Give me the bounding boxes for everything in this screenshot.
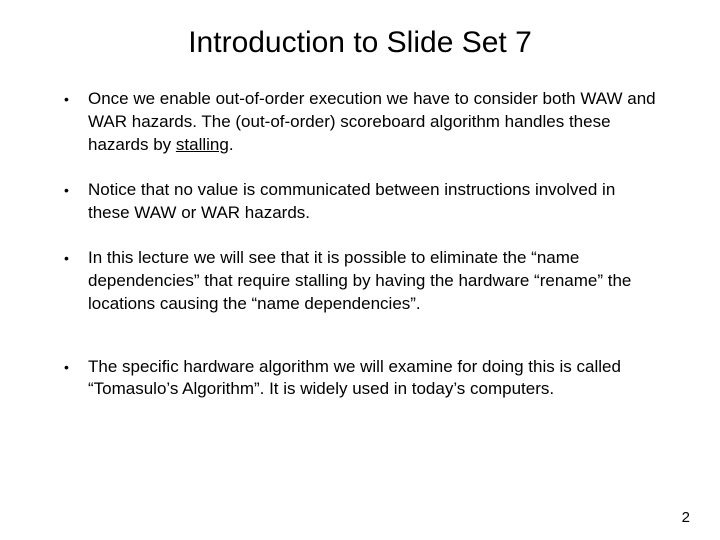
slide: Introduction to Slide Set 7 Once we enab… bbox=[0, 0, 720, 540]
bullet-text: In this lecture we will see that it is p… bbox=[88, 248, 631, 313]
page-number: 2 bbox=[682, 509, 690, 526]
list-item: In this lecture we will see that it is p… bbox=[60, 247, 660, 316]
bullet-underline: stalling bbox=[176, 135, 229, 154]
bullet-text: Notice that no value is communicated bet… bbox=[88, 180, 615, 222]
slide-title: Introduction to Slide Set 7 bbox=[60, 26, 660, 60]
bullet-text: Once we enable out-of-order execution we… bbox=[88, 89, 656, 154]
list-item: Once we enable out-of-order execution we… bbox=[60, 88, 660, 157]
list-item: The specific hardware algorithm we will … bbox=[60, 356, 660, 402]
bullet-text: The specific hardware algorithm we will … bbox=[88, 357, 621, 399]
list-item: Notice that no value is communicated bet… bbox=[60, 179, 660, 225]
bullet-text: . bbox=[229, 135, 234, 154]
bullet-list: Once we enable out-of-order execution we… bbox=[60, 88, 660, 401]
